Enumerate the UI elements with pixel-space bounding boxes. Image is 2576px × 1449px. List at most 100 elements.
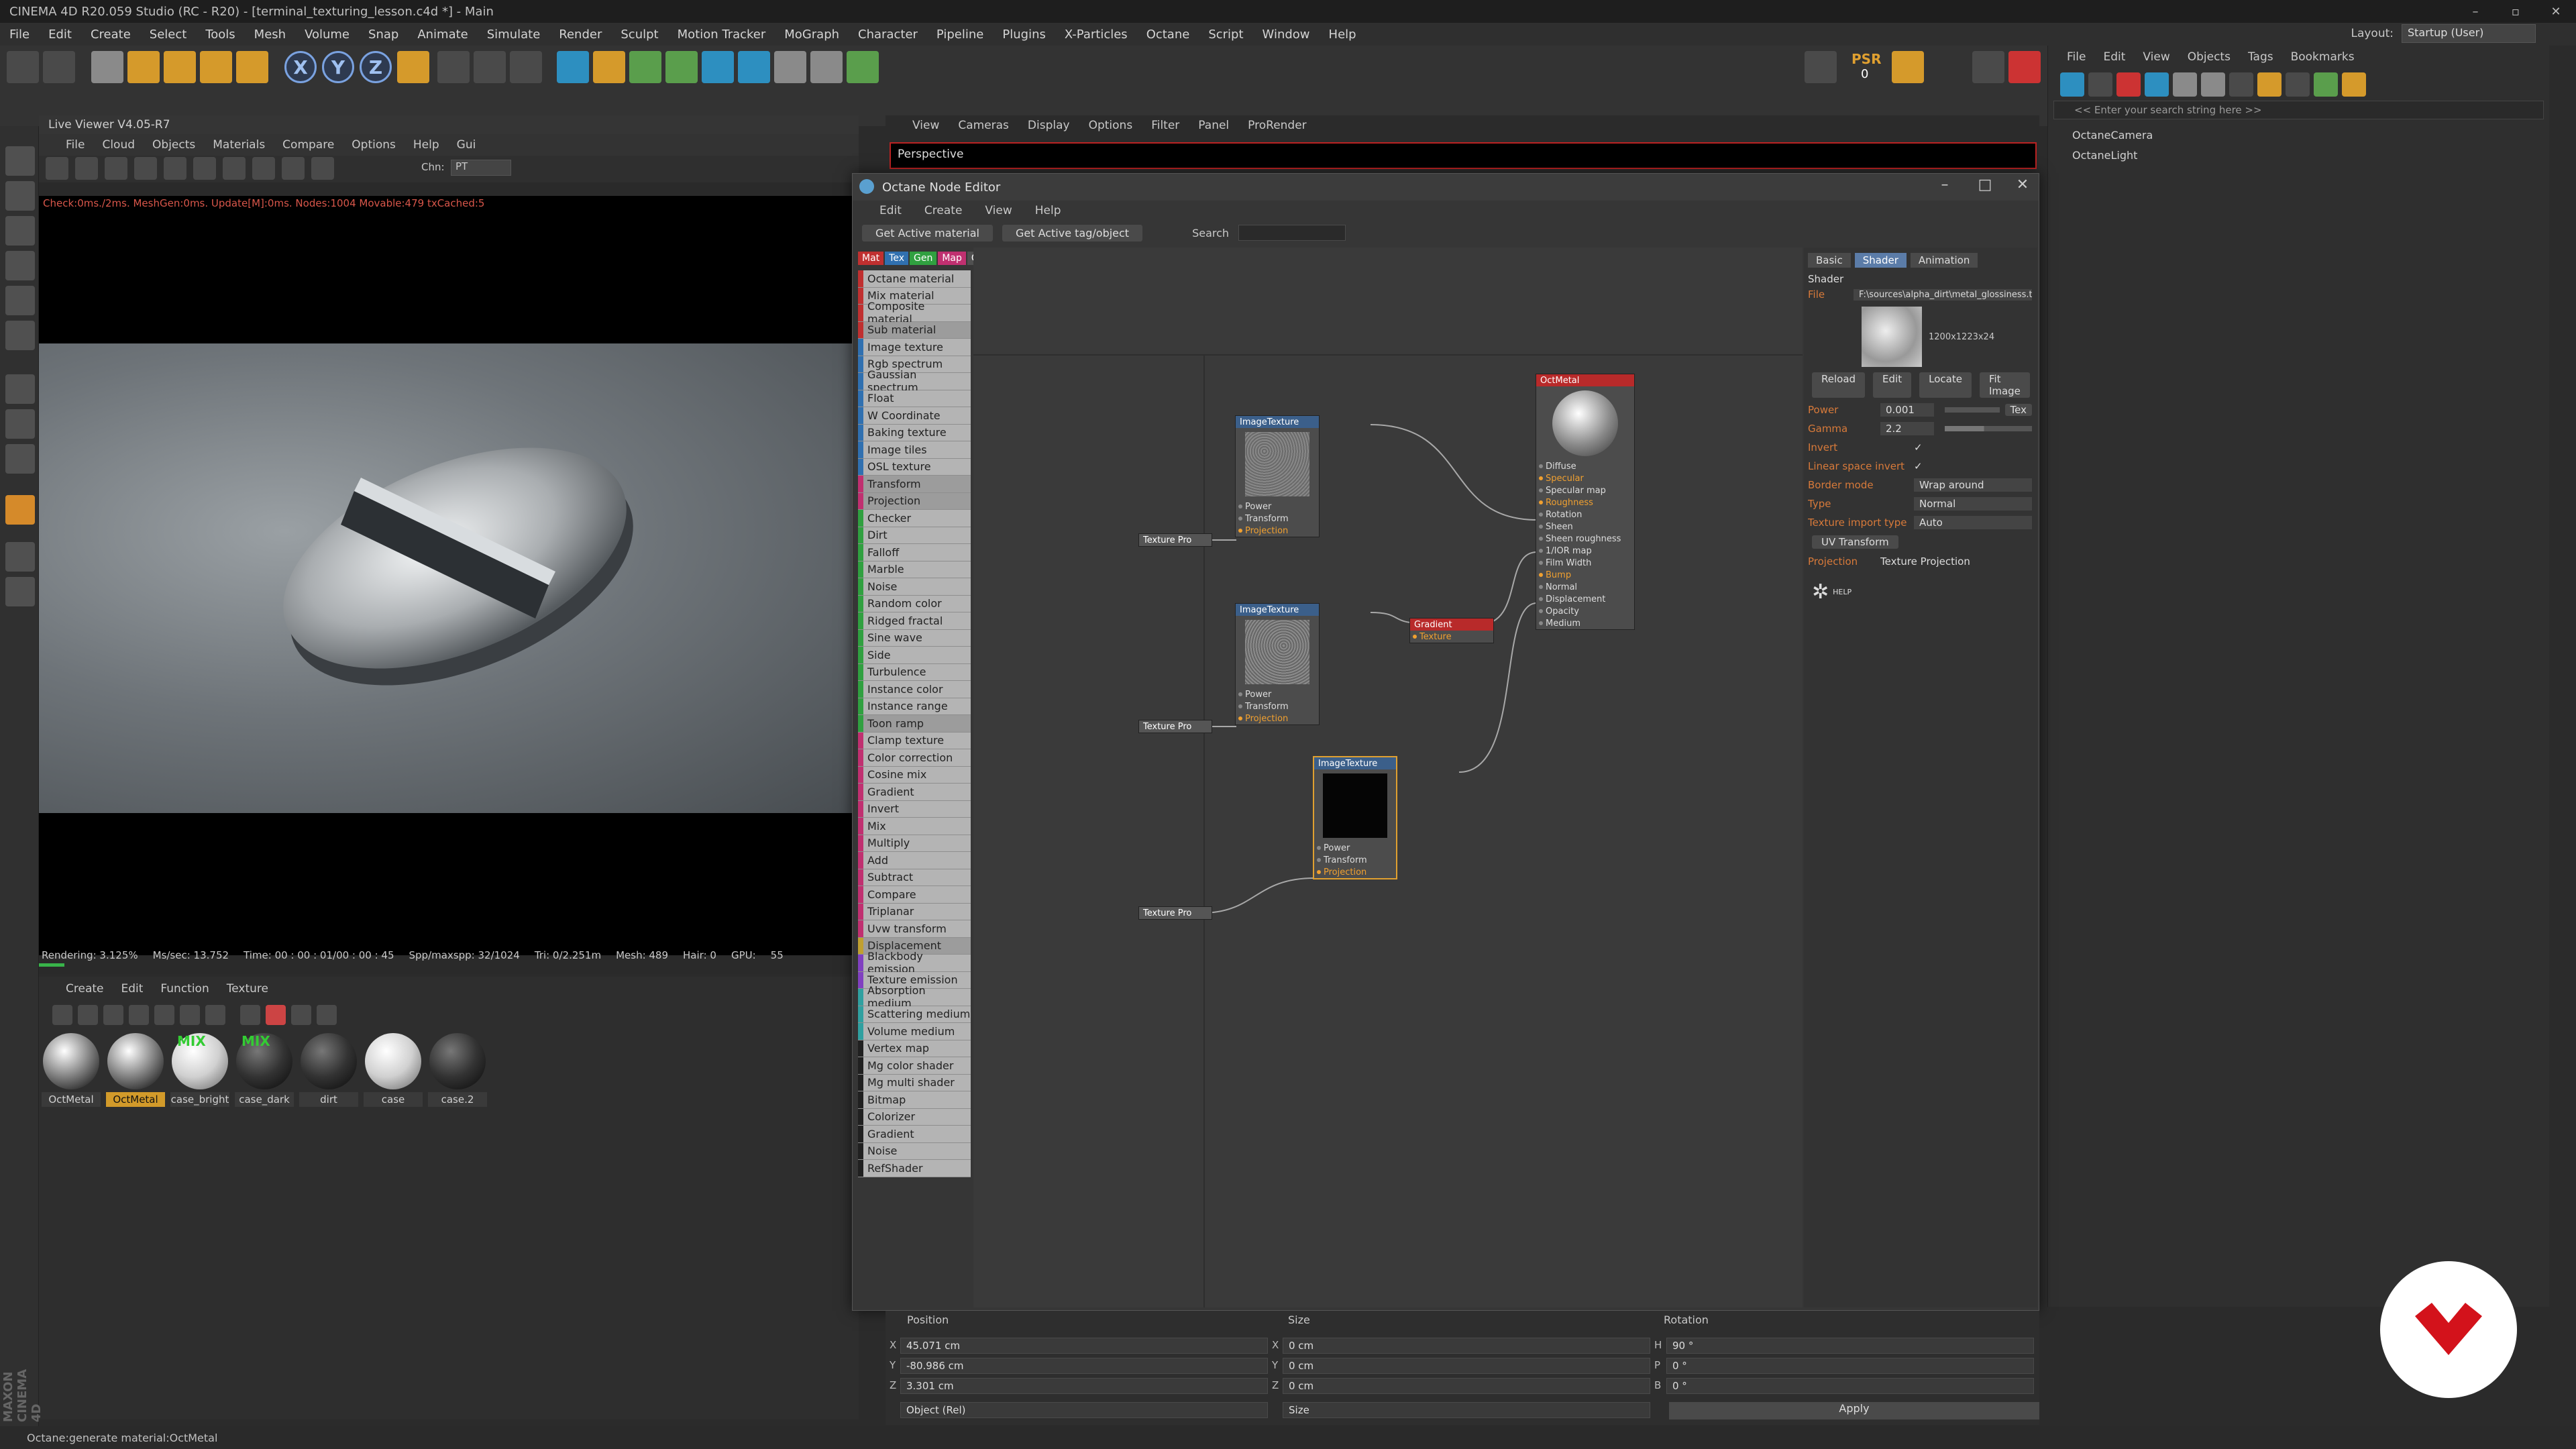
menu-plugins[interactable]: Plugins bbox=[1002, 28, 1045, 42]
material-swatch[interactable]: MIX case_bright bbox=[170, 1033, 229, 1107]
border-mode-dropdown[interactable]: Wrap around bbox=[1914, 478, 2032, 492]
node-type-item[interactable]: Compare bbox=[858, 886, 971, 904]
node-type-item[interactable]: Ridged fractal bbox=[858, 612, 971, 630]
z-axis-icon[interactable]: Z bbox=[360, 51, 392, 83]
mm-menu-function[interactable]: Function bbox=[160, 982, 209, 996]
viewport-menu-options[interactable]: Options bbox=[1089, 119, 1133, 132]
mm-menu-texture[interactable]: Texture bbox=[227, 982, 268, 996]
menu-mesh[interactable]: Mesh bbox=[254, 28, 286, 42]
node-type-item[interactable]: Clamp texture bbox=[858, 732, 971, 749]
pen-icon[interactable] bbox=[593, 51, 625, 83]
node-type-item[interactable]: Composite material bbox=[858, 300, 971, 325]
viewport-menu-cameras[interactable]: Cameras bbox=[958, 119, 1009, 132]
channel-dropdown[interactable]: PT bbox=[451, 160, 511, 176]
node-tab-map[interactable]: Map bbox=[938, 252, 966, 265]
invert-checkbox[interactable]: ✓ bbox=[1914, 441, 1923, 453]
workplane-mode-icon[interactable] bbox=[5, 216, 35, 246]
octmetal-port[interactable]: Sheen bbox=[1536, 521, 1634, 533]
material-preview-icon[interactable] bbox=[223, 157, 246, 180]
axis-mode-icon[interactable] bbox=[5, 374, 35, 404]
pos-z-field[interactable]: 3.301 cm bbox=[900, 1378, 1268, 1394]
mm-tool-6-icon[interactable] bbox=[180, 1005, 200, 1025]
pick-material-icon[interactable] bbox=[311, 157, 334, 180]
img1-port-power[interactable]: Power bbox=[1236, 500, 1319, 513]
render-view-icon[interactable] bbox=[437, 51, 470, 83]
subdivision-icon[interactable] bbox=[629, 51, 661, 83]
ne-maximize-icon[interactable]: □ bbox=[1972, 176, 1998, 193]
node-type-item[interactable]: Dirt bbox=[858, 527, 971, 544]
mm-tool-8-icon[interactable] bbox=[240, 1005, 260, 1025]
octmetal-port[interactable]: Displacement bbox=[1536, 593, 1634, 605]
node-type-item[interactable]: Image texture bbox=[858, 339, 971, 356]
get-active-material-button[interactable]: Get Active material bbox=[862, 224, 993, 241]
lv-menu-compare[interactable]: Compare bbox=[282, 138, 334, 152]
node-type-item[interactable]: Float bbox=[858, 390, 971, 407]
img2-port-transform[interactable]: Transform bbox=[1236, 700, 1319, 712]
node-type-item[interactable]: Volume medium bbox=[858, 1023, 971, 1040]
close-icon[interactable]: ✕ bbox=[2536, 0, 2576, 23]
layout-dropdown[interactable]: Startup (User) bbox=[2402, 24, 2536, 43]
node-type-item[interactable]: Side bbox=[858, 647, 971, 664]
menu-snap[interactable]: Snap bbox=[368, 28, 398, 42]
ne-minimize-icon[interactable]: – bbox=[1931, 176, 1958, 193]
type-dropdown[interactable]: Normal bbox=[1914, 497, 2032, 511]
om-gear-icon[interactable] bbox=[2229, 72, 2253, 97]
om-blue-icon[interactable] bbox=[2145, 72, 2169, 97]
om-tool-icon[interactable] bbox=[2286, 72, 2310, 97]
rot-p-field[interactable]: 0 ° bbox=[1666, 1358, 2034, 1374]
menu-edit[interactable]: Edit bbox=[48, 28, 72, 42]
octmetal-port[interactable]: Rotation bbox=[1536, 508, 1634, 521]
node-type-item[interactable]: Scattering medium bbox=[858, 1006, 971, 1023]
render-settings-icon[interactable] bbox=[510, 51, 542, 83]
uv-transform-button[interactable]: UV Transform bbox=[1812, 535, 1898, 549]
image-texture-node-2[interactable]: ImageTexture Power Transform Projection bbox=[1235, 603, 1320, 725]
menu-animate[interactable]: Animate bbox=[417, 28, 468, 42]
send-scene-icon[interactable] bbox=[46, 157, 68, 180]
mm-tool-1-icon[interactable] bbox=[52, 1005, 72, 1025]
lv-menu-gui[interactable]: Gui bbox=[457, 138, 476, 152]
node-type-item[interactable]: Noise bbox=[858, 578, 971, 596]
menu-file[interactable]: File bbox=[9, 28, 30, 42]
node-type-item[interactable]: Instance color bbox=[858, 681, 971, 698]
rot-h-field[interactable]: 90 ° bbox=[1666, 1338, 2034, 1354]
mm-menu-edit[interactable]: Edit bbox=[121, 982, 144, 996]
node-type-item[interactable]: Noise bbox=[858, 1142, 971, 1160]
node-type-item[interactable]: Baking texture bbox=[858, 424, 971, 441]
octmetal-port[interactable]: 1/IOR map bbox=[1536, 545, 1634, 557]
node-type-item[interactable]: Sine wave bbox=[858, 629, 971, 647]
menu-octane[interactable]: Octane bbox=[1146, 28, 1190, 42]
image-texture-node-3[interactable]: ImageTexture Power Transform Projection bbox=[1313, 756, 1397, 879]
ne-menu-create[interactable]: Create bbox=[924, 204, 963, 217]
projection-value[interactable]: Texture Projection bbox=[1880, 555, 1970, 568]
mm-tool-9-icon[interactable] bbox=[266, 1005, 286, 1025]
node-type-item[interactable]: Mg multi shader bbox=[858, 1074, 971, 1091]
node-type-item[interactable]: OSL texture bbox=[858, 458, 971, 476]
recent-tool-icon[interactable] bbox=[236, 51, 268, 83]
node-type-item[interactable]: Instance range bbox=[858, 698, 971, 715]
coordinate-system-icon[interactable] bbox=[397, 51, 429, 83]
edit-button[interactable]: Edit bbox=[1873, 372, 1912, 398]
psr-label[interactable]: PSR bbox=[1851, 51, 1881, 67]
texture-projection-node-3[interactable]: Texture Pro bbox=[1138, 906, 1212, 920]
region-icon[interactable] bbox=[134, 157, 157, 180]
menu-script[interactable]: Script bbox=[1208, 28, 1243, 42]
object-row[interactable]: OctaneLight bbox=[2048, 145, 2549, 165]
texture-projection-node-1[interactable]: Texture Pro bbox=[1138, 533, 1212, 547]
power-field[interactable]: 0.001 bbox=[1880, 403, 1934, 417]
snap-toggle-icon[interactable] bbox=[5, 495, 35, 525]
object-row[interactable]: OctaneCamera bbox=[2048, 125, 2549, 145]
solo-icon[interactable] bbox=[5, 444, 35, 474]
node-type-item[interactable]: Add bbox=[858, 852, 971, 869]
fit-image-button[interactable]: Fit Image bbox=[1979, 372, 2030, 398]
file-path-field[interactable]: F:\sources\alpha_dirt\metal_glossiness.t… bbox=[1854, 288, 2032, 301]
node-type-item[interactable]: Projection bbox=[858, 492, 971, 510]
light-icon[interactable] bbox=[810, 51, 843, 83]
redo-icon[interactable] bbox=[43, 51, 75, 83]
img2-port-projection[interactable]: Projection bbox=[1236, 712, 1319, 724]
node-type-item[interactable]: Octane material bbox=[858, 270, 971, 288]
lock-icon[interactable] bbox=[5, 577, 35, 606]
node-type-item[interactable]: Absorption medium bbox=[858, 984, 971, 1010]
node-type-item[interactable]: Uvw transform bbox=[858, 920, 971, 938]
menu-pipeline[interactable]: Pipeline bbox=[936, 28, 983, 42]
settings-gear-icon[interactable] bbox=[164, 157, 186, 180]
